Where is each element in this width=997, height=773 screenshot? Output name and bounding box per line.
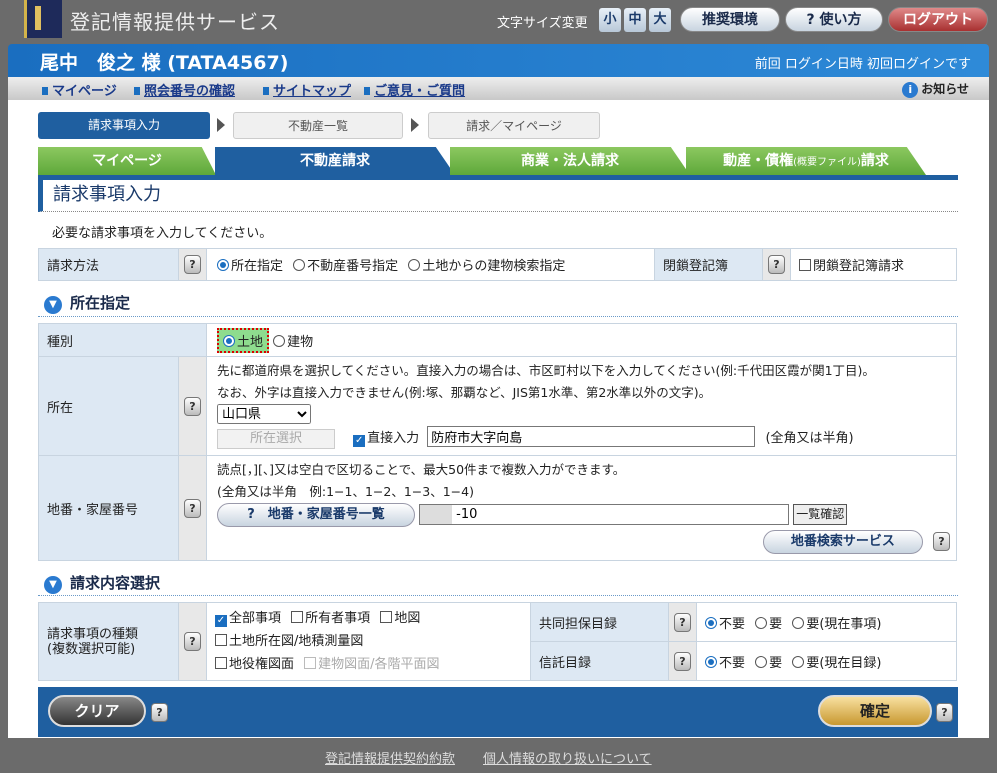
lot-note-1: 読点[，][、]又は空白で区切ることで、最大50件まで複数入力ができます。 — [217, 461, 626, 477]
lot-number-input[interactable] — [419, 503, 790, 525]
confirm-button[interactable]: 確定 — [818, 695, 932, 727]
radio-joint-no[interactable]: 不要 — [705, 616, 745, 632]
nav-mypage[interactable]: マイページ — [42, 80, 117, 99]
logo — [24, 0, 62, 38]
logout-button[interactable]: ログアウト — [888, 7, 988, 32]
step-request: 請求／マイページ — [428, 112, 600, 139]
question-icon: ? — [806, 12, 820, 28]
radio-joint-yes[interactable]: 要 — [755, 616, 782, 632]
radio-trust-yes[interactable]: 要 — [755, 655, 782, 671]
lot-search-service-button[interactable]: 地番検索サービス — [762, 529, 923, 554]
help-label: 使い方 — [819, 12, 862, 28]
location-label: 所在 — [38, 356, 179, 456]
closed-label: 閉鎖登記簿 — [654, 248, 763, 281]
lot-label: 地番・家屋番号 — [38, 455, 179, 561]
help-icon[interactable]: ? — [674, 612, 691, 632]
radio-trust-no[interactable]: 不要 — [705, 655, 745, 671]
radio-location[interactable]: 所在指定 — [217, 259, 283, 274]
nav-sitemap[interactable]: サイトマップ — [263, 80, 351, 99]
checkbox-building-plan: 建物図面/各階平面図 — [304, 657, 440, 672]
help-icon[interactable]: ? — [674, 651, 691, 671]
closed-checkbox[interactable]: 閉鎖登記簿請求 — [799, 259, 904, 274]
prefecture-select[interactable]: 山口県 — [217, 404, 311, 424]
lot-list-button[interactable]: ? 地番・家屋番号一覧 — [217, 502, 415, 527]
help-icon[interactable]: ? — [936, 703, 953, 722]
step-list: 不動産一覧 — [233, 112, 403, 139]
radio-trust-current[interactable]: 要(現在目録) — [792, 655, 881, 671]
app-title: 登記情報提供サービス — [70, 10, 280, 34]
tab-real-estate[interactable]: 不動産請求 — [215, 147, 455, 175]
kind-label: 種別 — [38, 323, 207, 357]
width-note: (全角又は半角) — [765, 431, 854, 446]
chevron-down-icon: ▼ — [44, 576, 62, 594]
question-icon: ? — [247, 506, 268, 522]
help-icon[interactable]: ? — [184, 255, 201, 274]
direct-input-checkbox[interactable]: ✓ 直接入力 — [353, 431, 419, 447]
help-icon[interactable]: ? — [184, 498, 201, 518]
step-arrow-icon — [217, 118, 225, 132]
direct-input-field[interactable] — [427, 426, 756, 447]
help-icon[interactable]: ? — [151, 703, 168, 722]
radio-property-number[interactable]: 不動産番号指定 — [293, 259, 398, 274]
location-note-2: なお、外字は直接入力できません(例:塚、那覇など、JIS第1水準、第2水準以外の… — [217, 385, 712, 400]
last-login: 前回 ログイン日時 初回ログインです — [754, 57, 971, 72]
font-size-large-button[interactable]: 大 — [649, 8, 671, 32]
checkbox-owner-items[interactable]: 所有者事項 — [291, 611, 370, 626]
joint-label: 共同担保目録 — [530, 602, 669, 642]
checkbox-land-survey[interactable]: 土地所在図/地積測量図 — [215, 634, 363, 649]
checkbox-all-items[interactable]: ✓ 全部事項 — [215, 611, 281, 627]
radio-building[interactable]: 建物 — [273, 334, 313, 350]
radio-building-search[interactable]: 土地からの建物検索指定 — [408, 259, 565, 274]
lot-note-2: (全角又は半角 例:1−1、1−2、1−3、1−4) — [217, 483, 474, 499]
help-icon[interactable]: ? — [768, 255, 785, 274]
step-arrow-icon — [411, 118, 419, 132]
section-content: ▼ 請求内容選択 — [44, 572, 160, 594]
divider — [38, 595, 958, 596]
tab-movables[interactable]: 動産・債権(概要ファイル)請求 — [686, 147, 926, 175]
footer-terms-link[interactable]: 登記情報提供契約約款 — [325, 748, 455, 767]
nav-reference-number[interactable]: 照会番号の確認 — [134, 80, 235, 99]
method-table: 請求方法 ? 所在指定 不動産番号指定 土地からの建物検索指定 閉鎖登記簿 ? … — [38, 248, 957, 281]
trust-label: 信託目録 — [530, 641, 669, 681]
font-size-medium-button[interactable]: 中 — [624, 8, 646, 32]
page-title: 請求事項入力 — [38, 180, 958, 212]
radio-joint-current[interactable]: 要(現在事項) — [792, 616, 881, 632]
section-location: ▼ 所在指定 — [44, 292, 130, 314]
checkbox-easement[interactable]: 地役権図面 — [215, 657, 294, 672]
tab-corporate[interactable]: 商業・法人請求 — [450, 147, 690, 175]
nav-feedback[interactable]: ご意見・ご質問 — [364, 80, 465, 99]
radio-land[interactable]: 土地 — [217, 327, 270, 353]
location-select-button[interactable]: 所在選択 — [217, 429, 335, 449]
font-size-label: 文字サイズ変更 — [497, 16, 588, 31]
type-label: 請求事項の種類 (複数選択可能) — [38, 602, 179, 681]
help-button[interactable]: ? 使い方 — [785, 7, 883, 32]
font-size-small-button[interactable]: 小 — [599, 8, 621, 32]
info-icon: i — [902, 82, 919, 98]
help-icon[interactable]: ? — [933, 531, 950, 551]
content-table: 請求事項の種類 (複数選択可能) ? ✓ 全部事項 所有者事項 地図 土地所在図/地… — [38, 602, 957, 681]
step-input: 請求事項入力 — [38, 112, 210, 139]
footer-privacy-link[interactable]: 個人情報の取り扱いについて — [483, 748, 652, 767]
list-confirm-button[interactable]: 一覧確認 — [793, 503, 848, 525]
checkbox-map[interactable]: 地図 — [380, 611, 420, 626]
clear-button[interactable]: クリア — [48, 695, 146, 727]
help-icon[interactable]: ? — [184, 396, 201, 416]
help-icon[interactable]: ? — [184, 632, 201, 651]
method-label: 請求方法 — [38, 248, 179, 281]
intro-text: 必要な請求事項を入力してください。 — [52, 226, 273, 241]
divider — [38, 316, 958, 317]
chevron-down-icon: ▼ — [44, 296, 62, 314]
location-note-1: 先に都道府県を選択してください。直接入力の場合は、市区町村以下を入力してください… — [217, 363, 875, 378]
tab-mypage[interactable]: マイページ — [38, 147, 216, 175]
location-table: 種別 土地 建物 所在 ? 先に都道府県を選択してください。直接入力の場合は、市… — [38, 323, 957, 561]
recommended-env-button[interactable]: 推奨環境 — [680, 7, 780, 32]
notice-link[interactable]: i お知らせ — [902, 80, 969, 98]
user-name: 尾中 俊之 様 (TATA4567) — [40, 52, 289, 74]
